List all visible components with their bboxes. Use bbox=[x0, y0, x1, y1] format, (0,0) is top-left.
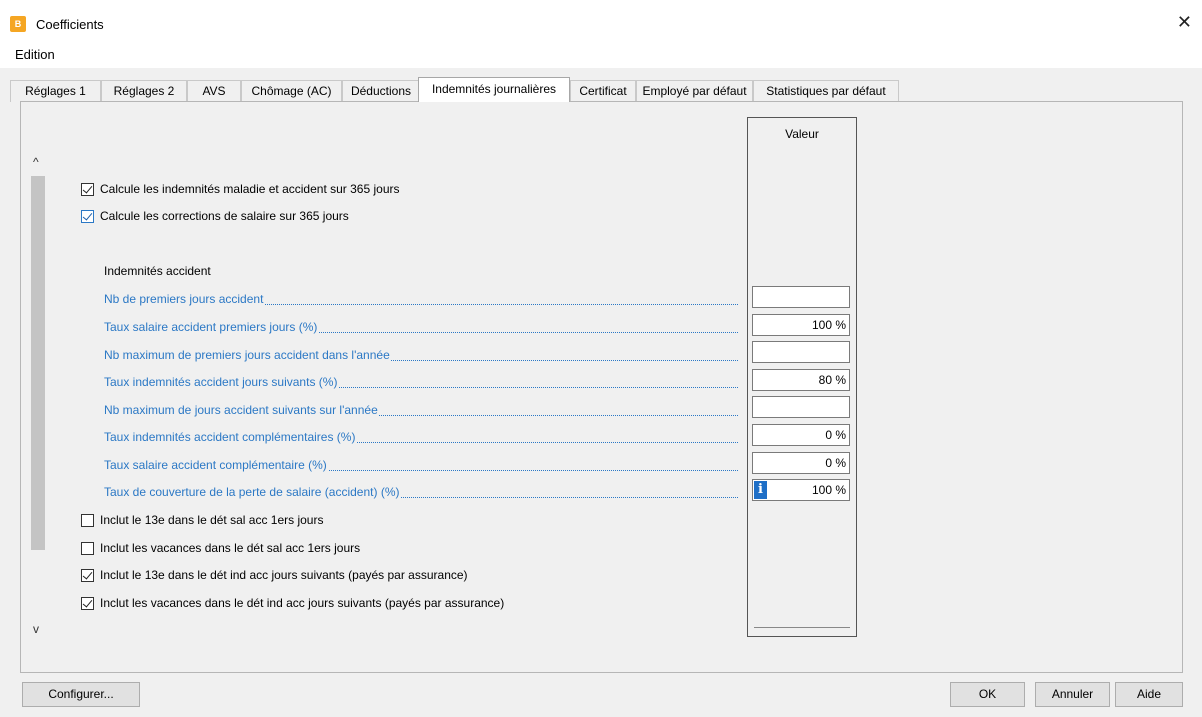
menu-edition[interactable]: Edition bbox=[15, 47, 55, 62]
value-input-nb-max-jours-suivants[interactable] bbox=[752, 396, 850, 418]
cancel-button[interactable]: Annuler bbox=[1035, 682, 1110, 707]
field-row: Nb maximum de jours accident suivants su… bbox=[104, 403, 738, 419]
field-row: Taux indemnités accident complémentaires… bbox=[104, 430, 738, 446]
checkbox-corrections-365[interactable] bbox=[81, 209, 94, 223]
checkbox-vacances-1ers-jours[interactable] bbox=[81, 541, 94, 555]
value-input-taux-couverture[interactable]: i 100 % bbox=[752, 479, 850, 501]
value-input-taux-complementaires[interactable]: 0 % bbox=[752, 424, 850, 446]
tab-employe-par-defaut[interactable]: Employé par défaut bbox=[636, 80, 753, 102]
tab-indemnites-journalieres[interactable]: Indemnités journalières bbox=[418, 77, 570, 102]
help-button[interactable]: Aide bbox=[1115, 682, 1183, 707]
value-input-taux-salaire-premiers-jours[interactable]: 100 % bbox=[752, 314, 850, 336]
checkbox-label: Inclut le 13e dans le dét ind acc jours … bbox=[100, 568, 468, 582]
tab-certificat[interactable]: Certificat bbox=[570, 80, 636, 102]
field-label: Nb maximum de jours accident suivants su… bbox=[104, 403, 379, 417]
value-input-nb-premiers-jours[interactable] bbox=[752, 286, 850, 308]
check-row-vacances-jours-suivants[interactable]: Inclut les vacances dans le dét ind acc … bbox=[81, 595, 504, 611]
field-label: Taux salaire accident complémentaire (%) bbox=[104, 458, 328, 472]
checkbox-label: Inclut le 13e dans le dét sal acc 1ers j… bbox=[100, 513, 324, 527]
menu-bar: Edition bbox=[0, 40, 1202, 68]
value-column-divider bbox=[754, 627, 850, 628]
app-icon: B bbox=[10, 16, 26, 32]
field-label: Taux de couverture de la perte de salair… bbox=[104, 485, 401, 499]
info-icon[interactable]: i bbox=[754, 481, 767, 499]
field-label: Nb de premiers jours accident bbox=[104, 292, 265, 306]
configure-button[interactable]: Configurer... bbox=[22, 682, 140, 707]
window-title: Coefficients bbox=[36, 17, 104, 32]
checkbox-indemnites-365[interactable] bbox=[81, 182, 94, 196]
checkbox-vacances-jours-suivants[interactable] bbox=[81, 596, 94, 610]
tab-chomage[interactable]: Chômage (AC) bbox=[241, 80, 342, 102]
tab-statistiques-par-defaut[interactable]: Statistiques par défaut bbox=[753, 80, 899, 102]
value-text: 100 % bbox=[811, 483, 846, 497]
value-input-nb-max-premiers-jours[interactable] bbox=[752, 341, 850, 363]
value-input-taux-jours-suivants[interactable]: 80 % bbox=[752, 369, 850, 391]
check-row-13e-1ers-jours[interactable]: Inclut le 13e dans le dét sal acc 1ers j… bbox=[81, 512, 323, 528]
checkbox-13e-1ers-jours[interactable] bbox=[81, 513, 94, 527]
checkbox-13e-jours-suivants[interactable] bbox=[81, 568, 94, 582]
field-row: Taux salaire accident premiers jours (%) bbox=[104, 320, 738, 336]
section-title-indemnites-accident: Indemnités accident bbox=[104, 264, 211, 278]
ok-button[interactable]: OK bbox=[950, 682, 1025, 707]
check-row-365-indemnites[interactable]: Calcule les indemnités maladie et accide… bbox=[81, 181, 400, 197]
value-input-taux-salaire-complementaire[interactable]: 0 % bbox=[752, 452, 850, 474]
field-label: Nb maximum de premiers jours accident da… bbox=[104, 348, 391, 362]
field-row: Taux salaire accident complémentaire (%) bbox=[104, 458, 738, 474]
checkbox-label: Inclut les vacances dans le dét sal acc … bbox=[100, 541, 361, 555]
checkbox-label: Calcule les corrections de salaire sur 3… bbox=[100, 209, 349, 223]
field-label: Taux indemnités accident complémentaires… bbox=[104, 430, 357, 444]
value-column-header: Valeur bbox=[785, 127, 819, 141]
checkbox-label: Calcule les indemnités maladie et accide… bbox=[100, 182, 400, 196]
check-row-vacances-1ers-jours[interactable]: Inclut les vacances dans le dét sal acc … bbox=[81, 540, 360, 556]
check-row-13e-jours-suivants[interactable]: Inclut le 13e dans le dét ind acc jours … bbox=[81, 567, 468, 583]
scroll-down-icon[interactable]: v bbox=[33, 622, 39, 636]
field-row: Taux de couverture de la perte de salair… bbox=[104, 485, 738, 501]
field-row: Nb de premiers jours accident bbox=[104, 292, 738, 308]
scrollbar[interactable] bbox=[31, 176, 45, 550]
tab-reglages-1[interactable]: Réglages 1 bbox=[10, 80, 101, 102]
field-row: Taux indemnités accident jours suivants … bbox=[104, 375, 738, 391]
field-label: Taux indemnités accident jours suivants … bbox=[104, 375, 339, 389]
title-bar: B Coefficients ✕ bbox=[0, 0, 1202, 40]
field-label: Taux salaire accident premiers jours (%) bbox=[104, 320, 319, 334]
close-icon[interactable]: ✕ bbox=[1177, 13, 1192, 31]
scroll-up-icon[interactable]: ^ bbox=[33, 155, 39, 169]
tab-reglages-2[interactable]: Réglages 2 bbox=[101, 80, 187, 102]
checkbox-label: Inclut les vacances dans le dét ind acc … bbox=[100, 596, 505, 610]
tab-avs[interactable]: AVS bbox=[187, 80, 241, 102]
field-row: Nb maximum de premiers jours accident da… bbox=[104, 348, 738, 364]
check-row-365-corrections[interactable]: Calcule les corrections de salaire sur 3… bbox=[81, 208, 349, 224]
tab-deductions[interactable]: Déductions bbox=[342, 80, 420, 102]
